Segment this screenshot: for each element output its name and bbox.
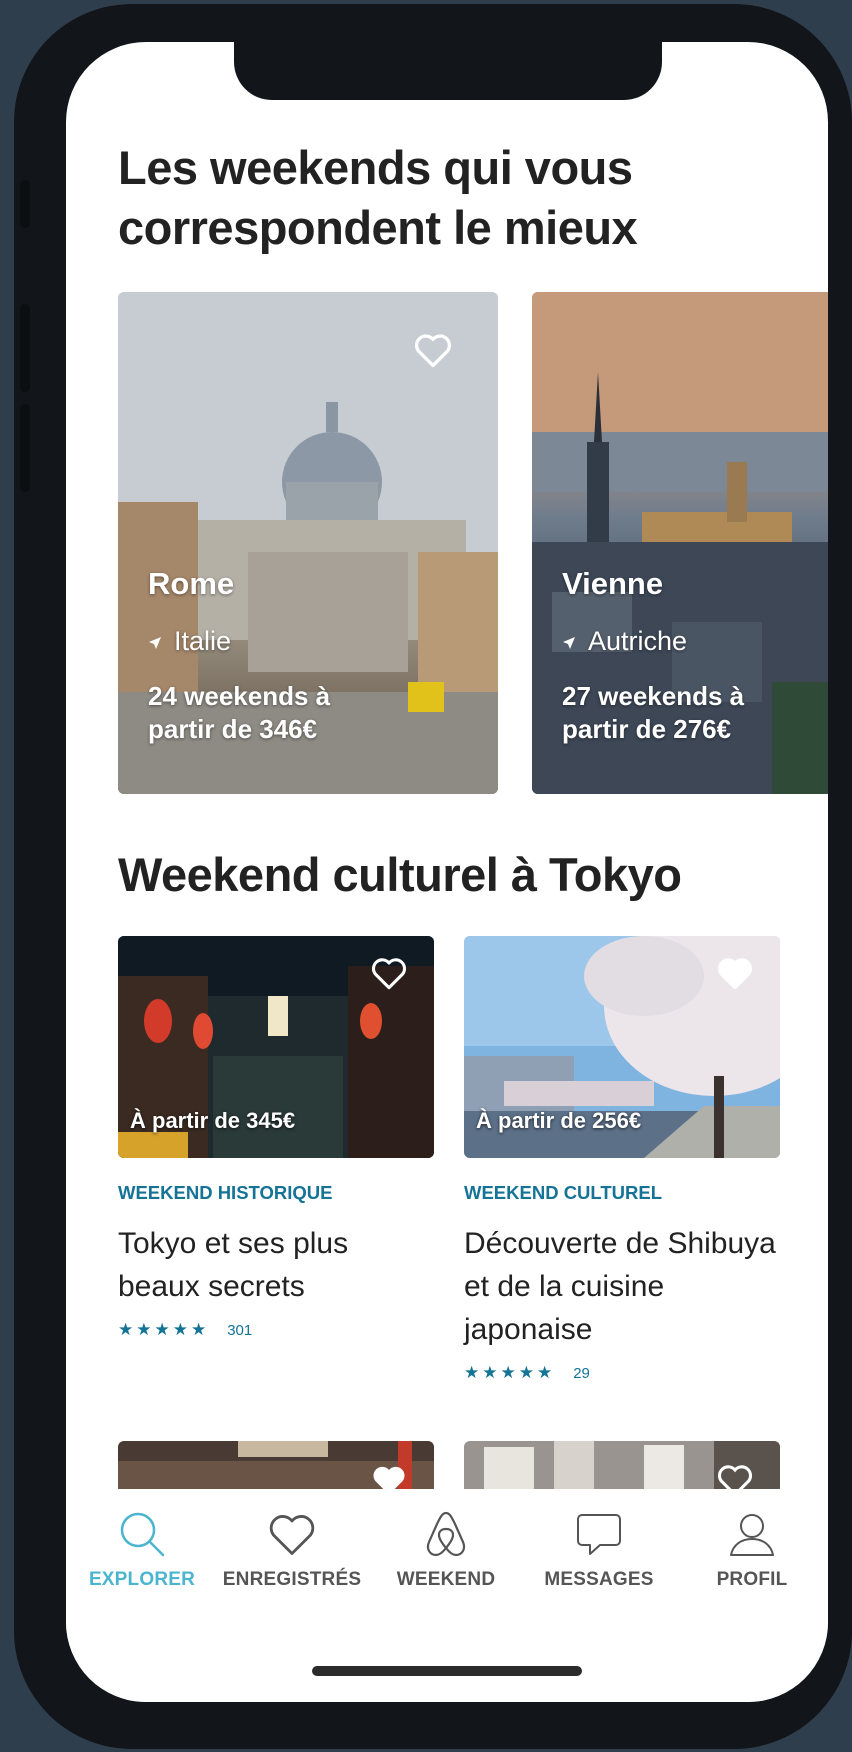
volume-up-button [20, 304, 30, 392]
experience-image: À partir de 345€ [118, 936, 434, 1158]
tab-label: PROFIL [716, 1569, 788, 1590]
experience-card[interactable]: À partir de 345€ WEEKEND HISTORIQUE Toky… [118, 936, 434, 1340]
experience-title: Découverte de Shibuya et de la cuisine j… [464, 1227, 776, 1346]
destination-info: 24 weekends à partir de 346€ [148, 681, 331, 744]
notch [234, 42, 662, 100]
airbnb-logo-icon [426, 1511, 466, 1557]
tab-label: MESSAGES [544, 1569, 654, 1590]
tab-label: EXPLORER [88, 1569, 196, 1590]
tab-label: ENREGISTRÉS [222, 1569, 362, 1590]
home-indicator[interactable] [312, 1666, 582, 1676]
destination-name: Rome [148, 566, 235, 601]
profile-icon [730, 1514, 774, 1556]
experience-card-teaser[interactable] [464, 1441, 780, 1489]
experience-card-teaser[interactable] [118, 1441, 434, 1489]
location-arrow-icon [148, 626, 162, 657]
tab-messages[interactable]: MESSAGES [523, 1489, 675, 1591]
volume-down-button [20, 404, 30, 492]
tab-weekend[interactable]: WEEKEND [370, 1489, 522, 1591]
destination-card-vienne[interactable]: Vienne Autriche 27 weekends à partir de … [532, 292, 828, 794]
experience-card[interactable]: À partir de 256€ WEEKEND CULTUREL Découv… [464, 936, 780, 1383]
experience-rating: ★★★★★ 301 [118, 1320, 434, 1340]
experience-rating: ★★★★★ 29 [464, 1363, 780, 1383]
tab-explorer[interactable]: EXPLORER [66, 1489, 218, 1591]
tab-label: WEEKEND [396, 1569, 496, 1590]
destination-card-rome[interactable]: Rome Italie 24 weekends à partir de 346€ [118, 292, 498, 794]
experience-category: WEEKEND HISTORIQUE [118, 1182, 333, 1203]
favorite-heart-icon[interactable] [370, 1463, 408, 1489]
tab-enregistres[interactable]: ENREGISTRÉS [216, 1489, 368, 1591]
review-count: 29 [573, 1364, 590, 1382]
experience-image: À partir de 256€ [464, 936, 780, 1158]
favorite-heart-icon[interactable] [716, 1463, 754, 1489]
search-icon [120, 1512, 165, 1557]
section-title-tokyo: Weekend culturel à Tokyo [118, 848, 682, 901]
destination-info: 27 weekends à partir de 276€ [562, 681, 745, 744]
destination-country: Autriche [562, 626, 687, 657]
heart-icon [269, 1515, 315, 1555]
experience-price: À partir de 256€ [476, 1108, 642, 1133]
destination-country: Italie [148, 626, 231, 657]
favorite-heart-icon[interactable] [370, 956, 408, 990]
country-label: Italie [174, 626, 232, 656]
section-title-weekends: Les weekends qui vous correspondent le m… [118, 141, 638, 254]
favorite-heart-icon[interactable] [716, 956, 754, 990]
favorite-heart-icon[interactable] [413, 332, 453, 368]
star-rating-icon: ★★★★★ [118, 1320, 210, 1339]
experience-title: Tokyo et ses plus beaux secrets [118, 1227, 349, 1303]
location-arrow-icon [562, 626, 576, 657]
country-label: Autriche [588, 626, 688, 656]
experience-price: À partir de 345€ [130, 1108, 296, 1133]
star-rating-icon: ★★★★★ [464, 1363, 556, 1382]
screen: Les weekends qui vous correspondent le m… [66, 42, 828, 1702]
experience-category: WEEKEND CULTUREL [464, 1182, 663, 1203]
mute-switch [20, 180, 30, 228]
review-count: 301 [227, 1321, 253, 1339]
phone-frame: Les weekends qui vous correspondent le m… [14, 4, 852, 1749]
tab-profil[interactable]: PROFIL [676, 1489, 828, 1591]
message-icon [577, 1514, 621, 1555]
destination-name: Vienne [562, 566, 664, 601]
